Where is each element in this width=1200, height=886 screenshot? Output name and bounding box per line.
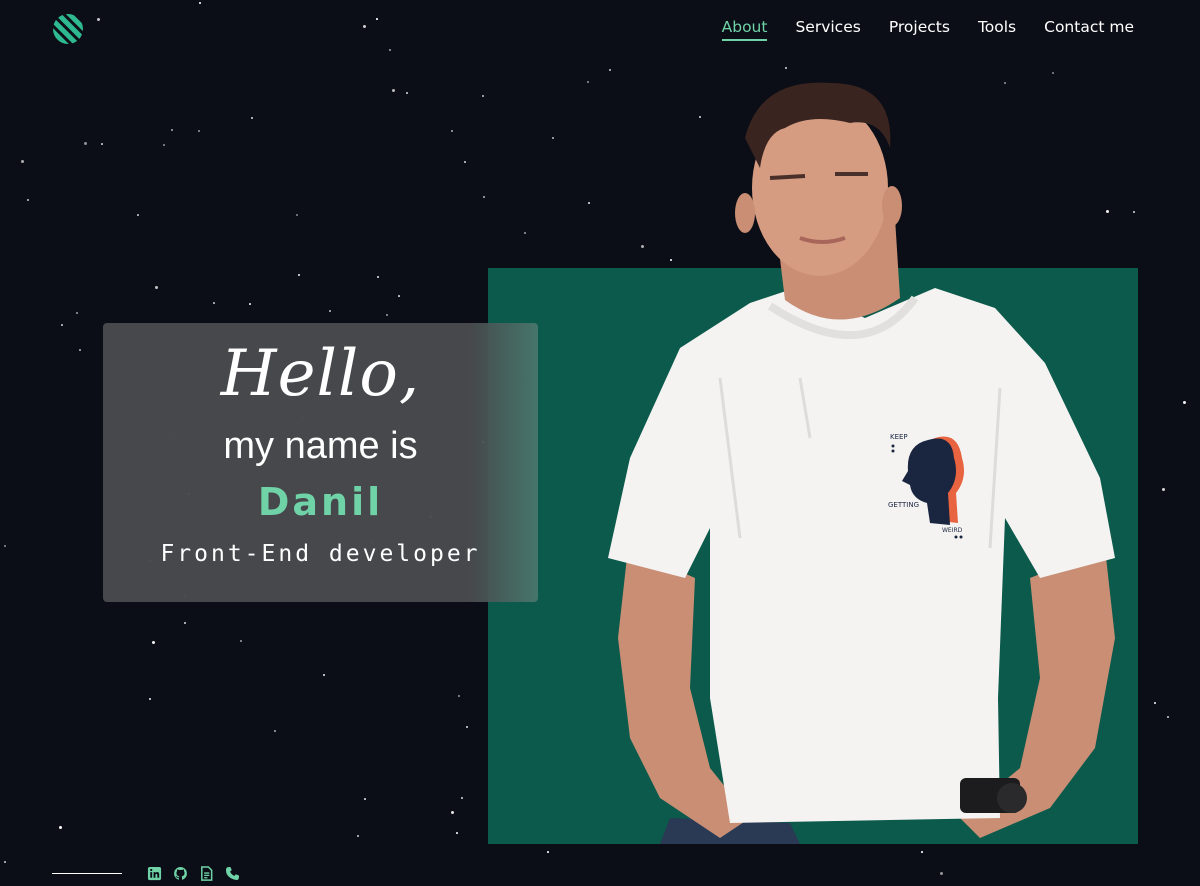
star [389, 49, 391, 51]
star [357, 835, 359, 837]
star [364, 798, 366, 800]
star [155, 286, 158, 289]
star [84, 142, 87, 145]
role-subtitle: Front-End developer [160, 541, 481, 567]
greeting-heading: Hello, [220, 337, 421, 411]
star [377, 276, 379, 278]
star [1133, 211, 1135, 213]
shirt-print-keep: KEEP [890, 433, 908, 441]
star [213, 302, 215, 304]
star [184, 622, 186, 624]
star [198, 130, 200, 132]
shirt-print-getting: GETTING [888, 501, 919, 509]
star [461, 797, 463, 799]
star [274, 730, 276, 732]
footer-divider [52, 873, 122, 874]
main-navigation: About Services Projects Tools Contact me [721, 18, 1134, 41]
star [451, 130, 453, 132]
star [76, 312, 78, 314]
star [363, 25, 366, 28]
star [21, 160, 24, 163]
star [4, 545, 6, 547]
star [27, 199, 29, 201]
star [466, 726, 468, 728]
shirt-print-weird: WEIRD [942, 527, 963, 534]
nav-tools[interactable]: Tools [978, 18, 1016, 41]
star [323, 674, 325, 676]
star [1183, 401, 1186, 404]
star [456, 832, 458, 834]
star [483, 196, 485, 198]
star [552, 137, 554, 139]
star [59, 826, 62, 829]
star [940, 872, 943, 875]
name-heading: Danil [257, 480, 384, 524]
star [137, 214, 139, 216]
nav-services[interactable]: Services [795, 18, 860, 41]
star [609, 69, 611, 71]
star [785, 67, 787, 69]
star [406, 92, 408, 94]
star [61, 324, 63, 326]
star [4, 861, 6, 863]
star [149, 698, 151, 700]
star [1167, 716, 1169, 718]
star [464, 161, 466, 163]
star [171, 129, 173, 131]
star [152, 641, 155, 644]
star [392, 89, 395, 92]
star [249, 303, 251, 305]
star [101, 143, 103, 145]
star [398, 295, 400, 297]
linkedin-icon[interactable] [147, 866, 162, 881]
star [524, 232, 526, 234]
star [921, 851, 923, 853]
logo-icon[interactable] [52, 13, 84, 45]
star [298, 274, 300, 276]
star [587, 81, 589, 83]
star [163, 144, 165, 146]
star [1154, 702, 1156, 704]
star [451, 811, 454, 814]
star [199, 2, 201, 4]
star [482, 95, 484, 97]
star [296, 214, 298, 216]
phone-icon[interactable] [225, 866, 240, 881]
star [376, 18, 378, 20]
nav-projects[interactable]: Projects [889, 18, 950, 41]
resume-icon[interactable] [199, 866, 214, 881]
star [240, 640, 242, 642]
star [79, 349, 81, 351]
github-icon[interactable] [173, 866, 188, 881]
star [97, 18, 100, 21]
nav-contact[interactable]: Contact me [1044, 18, 1134, 41]
star [588, 202, 590, 204]
star [386, 314, 388, 316]
star [329, 310, 331, 312]
nav-about[interactable]: About [721, 18, 768, 41]
intro-card: Hello, my name is Danil Front-End develo… [103, 323, 538, 602]
star [251, 117, 253, 119]
social-links [147, 866, 240, 881]
star [458, 695, 460, 697]
portrait-photo: KEEP GETTING WEIRD [608, 82, 1115, 844]
intro-text: my name is [223, 425, 418, 467]
star [547, 851, 549, 853]
star [1162, 488, 1165, 491]
star [1052, 72, 1054, 74]
